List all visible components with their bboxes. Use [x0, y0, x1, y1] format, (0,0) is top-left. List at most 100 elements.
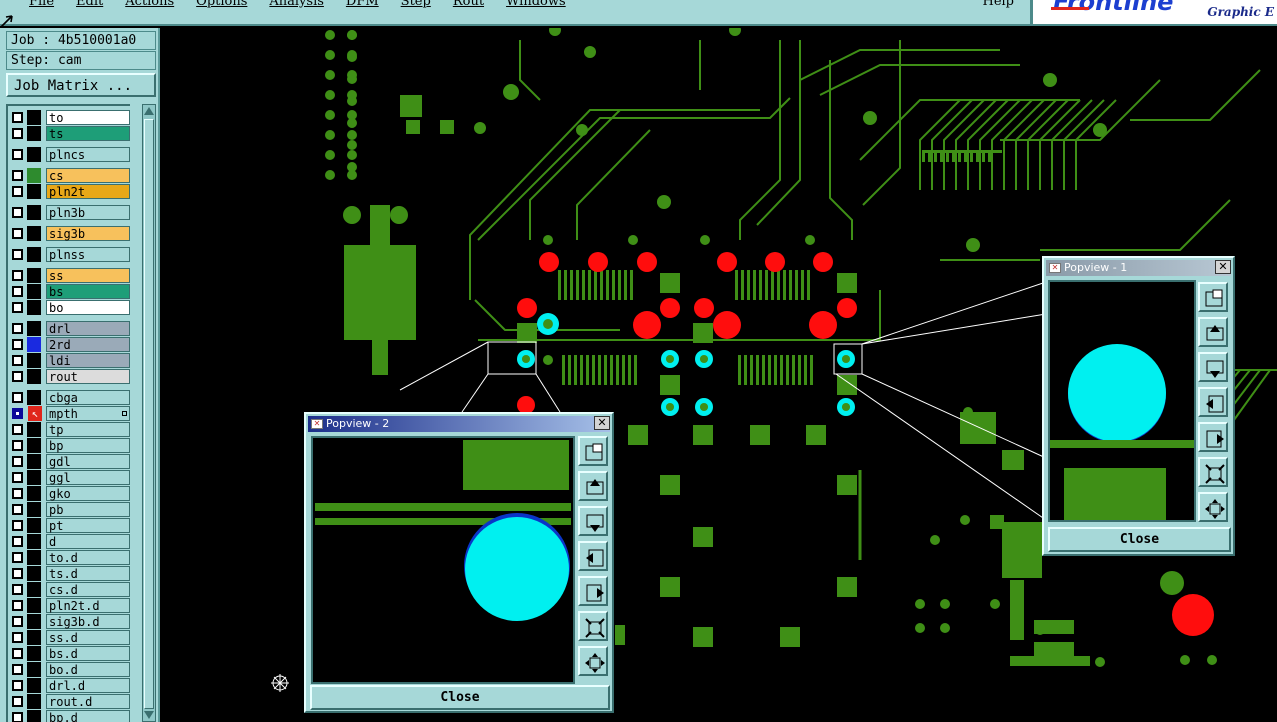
- popview-1-titlebar[interactable]: ✕ Popview - 1: [1046, 260, 1231, 276]
- layer-row-bs[interactable]: bs: [10, 284, 130, 299]
- layer-name[interactable]: tp: [46, 422, 130, 437]
- layer-name[interactable]: sig3b: [46, 226, 130, 241]
- layer-color-swatch[interactable]: [27, 518, 41, 533]
- layer-name[interactable]: ss: [46, 268, 130, 283]
- layer-row-bo.d[interactable]: bo.d: [10, 662, 130, 677]
- zoom-fit-icon[interactable]: [578, 611, 608, 641]
- popview-1-viewport[interactable]: [1048, 280, 1196, 522]
- layer-name[interactable]: mpth: [46, 406, 130, 421]
- layer-row-ss.d[interactable]: ss.d: [10, 630, 130, 645]
- layer-checkbox[interactable]: [12, 228, 23, 239]
- layer-checkbox[interactable]: [12, 600, 23, 611]
- layer-row-pln3b[interactable]: pln3b: [10, 205, 130, 220]
- layer-name[interactable]: ggl: [46, 470, 130, 485]
- layer-checkbox[interactable]: [12, 440, 23, 451]
- layer-checkbox[interactable]: [12, 696, 23, 707]
- pan-down-icon[interactable]: [1198, 352, 1228, 382]
- zoom-home-icon[interactable]: [578, 646, 608, 676]
- layer-row-ss[interactable]: ss: [10, 268, 130, 283]
- layer-checkbox[interactable]: [12, 339, 23, 350]
- layer-row-2rd[interactable]: 2rd: [10, 337, 130, 352]
- layer-name[interactable]: d: [46, 534, 130, 549]
- layer-color-swatch[interactable]: [27, 614, 41, 629]
- layer-color-swatch[interactable]: [27, 369, 41, 384]
- layer-row-cs[interactable]: cs: [10, 168, 130, 183]
- layer-checkbox[interactable]: [12, 616, 23, 627]
- layer-color-swatch[interactable]: [27, 630, 41, 645]
- layer-color-swatch[interactable]: [27, 598, 41, 613]
- layer-list-scrollbar[interactable]: [142, 104, 156, 722]
- layer-color-swatch[interactable]: [27, 438, 41, 453]
- layer-checkbox[interactable]: [12, 170, 23, 181]
- layer-checkbox[interactable]: [12, 371, 23, 382]
- layer-name[interactable]: gko: [46, 486, 130, 501]
- layer-name[interactable]: to: [46, 110, 130, 125]
- layer-row-ts[interactable]: ts: [10, 126, 130, 141]
- layer-color-swatch[interactable]: [27, 486, 41, 501]
- layer-checkbox[interactable]: [12, 270, 23, 281]
- layer-checkbox[interactable]: [12, 456, 23, 467]
- pan-down-icon[interactable]: [578, 506, 608, 536]
- layer-name[interactable]: cbga: [46, 390, 130, 405]
- layer-row-bs.d[interactable]: bs.d: [10, 646, 130, 661]
- layer-color-swatch[interactable]: [27, 247, 41, 262]
- layer-color-swatch[interactable]: [27, 268, 41, 283]
- layer-row-d[interactable]: d: [10, 534, 130, 549]
- layer-color-swatch[interactable]: [27, 550, 41, 565]
- layer-row-to.d[interactable]: to.d: [10, 550, 130, 565]
- layer-row-gko[interactable]: gko: [10, 486, 130, 501]
- layer-color-swatch[interactable]: [27, 390, 41, 405]
- layer-row-plnss[interactable]: plnss: [10, 247, 130, 262]
- layer-checkbox[interactable]: [12, 392, 23, 403]
- layer-color-swatch[interactable]: [27, 454, 41, 469]
- layer-color-swatch[interactable]: [27, 582, 41, 597]
- layer-row-drl.d[interactable]: drl.d: [10, 678, 130, 693]
- layer-row-bp.d[interactable]: bp.d: [10, 710, 130, 722]
- layer-name[interactable]: cs.d: [46, 582, 130, 597]
- menu-windows[interactable]: Windows: [495, 0, 577, 9]
- layer-color-swatch[interactable]: [27, 470, 41, 485]
- scrollbar-thumb[interactable]: [144, 119, 154, 709]
- layer-row-sig3b.d[interactable]: sig3b.d: [10, 614, 130, 629]
- menu-options[interactable]: Options: [185, 0, 258, 9]
- window-menu-icon[interactable]: ✕: [1049, 263, 1061, 273]
- layer-row-to[interactable]: to: [10, 110, 130, 125]
- layer-row-drl[interactable]: drl: [10, 321, 130, 336]
- pan-left-icon[interactable]: [578, 541, 608, 571]
- layer-checkbox[interactable]: [12, 568, 23, 579]
- layer-row-bo[interactable]: bo: [10, 300, 130, 315]
- layer-checkbox[interactable]: [12, 355, 23, 366]
- layer-color-swatch[interactable]: [27, 205, 41, 220]
- popview-1-close-button[interactable]: Close: [1048, 527, 1231, 552]
- layer-name[interactable]: pln2t.d: [46, 598, 130, 613]
- layer-row-cs.d[interactable]: cs.d: [10, 582, 130, 597]
- layer-checkbox[interactable]: [12, 472, 23, 483]
- zoom-window-icon[interactable]: [1198, 282, 1228, 312]
- pan-up-icon[interactable]: [1198, 317, 1228, 347]
- layer-checkbox[interactable]: [12, 504, 23, 515]
- layer-name[interactable]: sig3b.d: [46, 614, 130, 629]
- scroll-down-icon[interactable]: [144, 711, 154, 719]
- layer-color-swatch[interactable]: [27, 534, 41, 549]
- pan-left-icon[interactable]: [1198, 387, 1228, 417]
- window-menu-icon[interactable]: ✕: [311, 419, 323, 429]
- layer-name[interactable]: cs: [46, 168, 130, 183]
- layer-row-ldi[interactable]: ldi: [10, 353, 130, 368]
- layer-name[interactable]: bo.d: [46, 662, 130, 677]
- layer-name[interactable]: pb: [46, 502, 130, 517]
- layer-checkbox[interactable]: [12, 207, 23, 218]
- menu-dfm[interactable]: DFM: [335, 0, 390, 9]
- layer-name[interactable]: bs.d: [46, 646, 130, 661]
- layer-name[interactable]: gdl: [46, 454, 130, 469]
- layer-checkbox[interactable]: [12, 648, 23, 659]
- layer-checkbox[interactable]: [12, 664, 23, 675]
- layer-name[interactable]: plnss: [46, 247, 130, 262]
- layer-checkbox[interactable]: [12, 249, 23, 260]
- layer-color-swatch[interactable]: [27, 110, 41, 125]
- layer-row-tp[interactable]: tp: [10, 422, 130, 437]
- layer-row-ts.d[interactable]: ts.d: [10, 566, 130, 581]
- job-matrix-button[interactable]: Job Matrix ...: [6, 73, 156, 97]
- layer-checkbox[interactable]: [12, 186, 23, 197]
- menu-actions[interactable]: Actions: [114, 0, 185, 9]
- layer-checkbox[interactable]: [12, 128, 23, 139]
